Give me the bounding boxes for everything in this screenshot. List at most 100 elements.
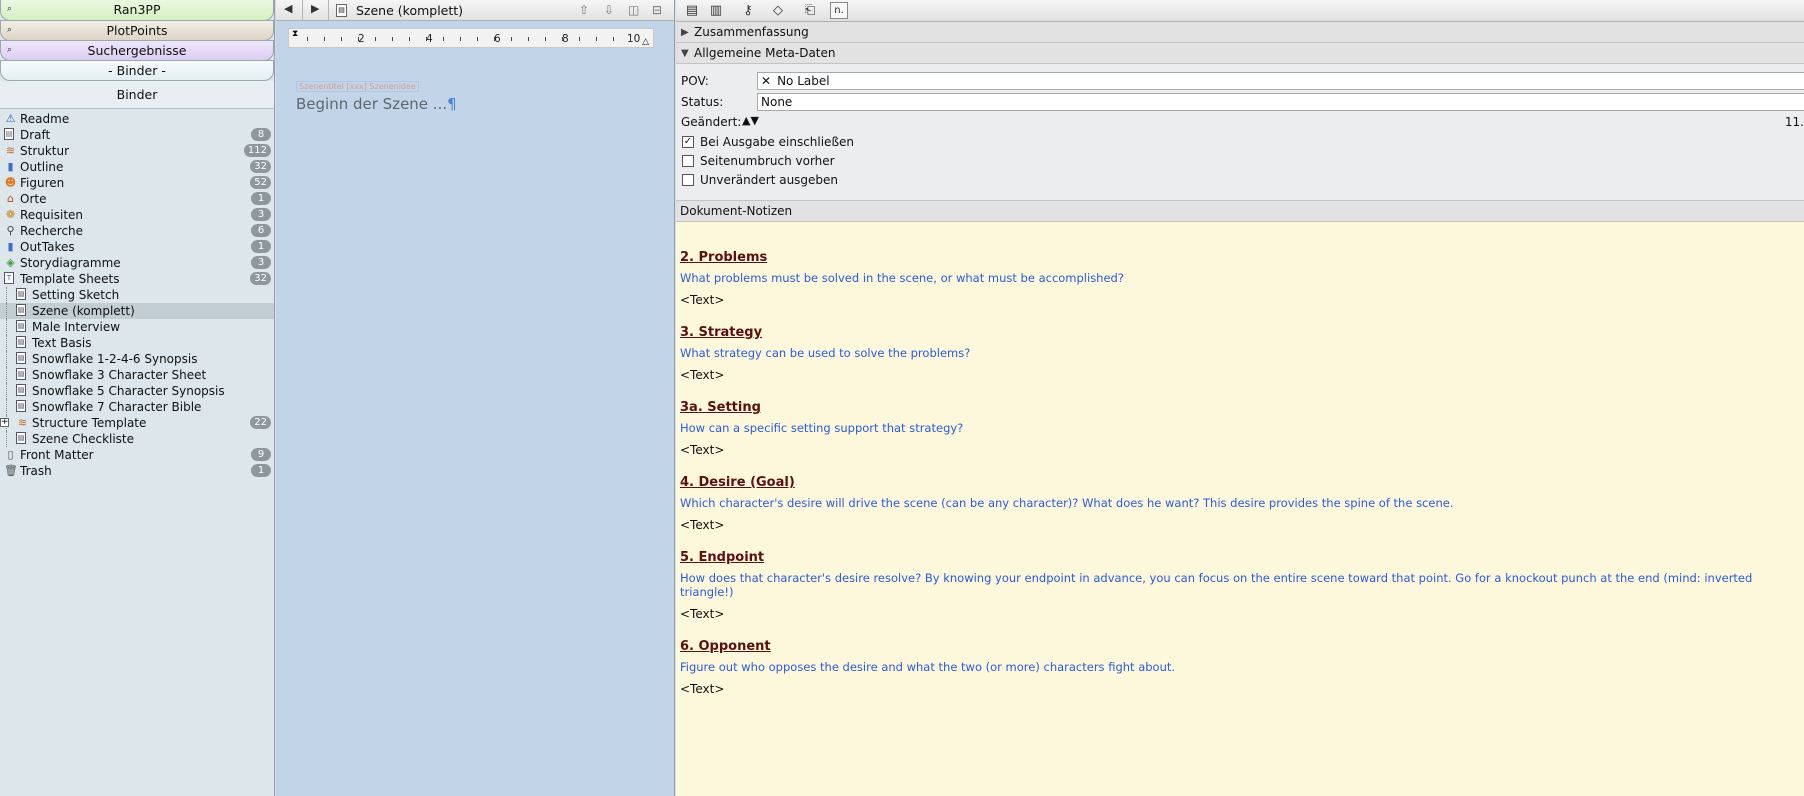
tags-icon[interactable]: ◇: [768, 1, 788, 20]
first-line-indent-icon[interactable]: ⧗: [292, 29, 298, 39]
binder-pane: ⌕ Ran3PP ⌕ PlotPoints ⌕ Suchergebnisse -…: [0, 0, 275, 796]
collection-tab-label: Ran3PP: [113, 2, 161, 17]
binder-item-label: Szene (komplett): [32, 304, 135, 318]
ruler-tick: [477, 37, 478, 41]
tree-guide-line: [6, 319, 7, 335]
collection-tab-binder[interactable]: - Binder -: [0, 60, 274, 81]
outline-icon: ▮: [7, 160, 14, 173]
pov-value: No Label: [777, 74, 830, 88]
tree-guide-line: [6, 383, 7, 399]
binder-item-front-matter[interactable]: ▯ Front Matter 9: [0, 447, 274, 463]
comments-icon[interactable]: n.: [830, 2, 848, 19]
editor-text-area[interactable]: Szenentitel [xxx] Szenenidee Beginn der …: [296, 78, 457, 113]
ruler[interactable]: ⧗ △ 2 4 6 8 10: [288, 28, 654, 48]
note-question: Which character's desire will drive the …: [680, 496, 1454, 510]
collection-tab-plotpoints[interactable]: ⌕ PlotPoints: [0, 20, 274, 41]
note-text-placeholder: <Text>: [680, 607, 725, 621]
binder-item-label: Orte: [20, 192, 47, 206]
item-count-badge: 32: [250, 272, 271, 285]
status-select[interactable]: None: [757, 93, 1804, 111]
section-label: Allgemeine Meta-Daten: [694, 46, 836, 60]
keywords-icon[interactable]: ⚷: [738, 1, 758, 20]
page-break-before-label: Seitenumbruch vorher: [700, 154, 835, 168]
binder-item-outtakes[interactable]: ▮ OutTakes 1: [0, 239, 274, 255]
binder-item-structure-template[interactable]: + ≋ Structure Template 22: [0, 415, 274, 431]
close-icon: ✕: [761, 74, 772, 88]
binder-item-label: Readme: [20, 112, 70, 126]
snapshots-icon[interactable]: ⎗: [800, 1, 820, 20]
binder-item-orte[interactable]: ⌂ Orte 1: [0, 191, 274, 207]
right-indent-icon[interactable]: △: [642, 37, 649, 47]
item-count-badge: 3: [251, 256, 271, 269]
scene-title-placeholder[interactable]: Szenentitel [xxx] Szenenidee: [296, 81, 419, 92]
page-break-before-checkbox[interactable]: [682, 155, 694, 167]
binder-item-storydiagramme[interactable]: ◈ Storydiagramme 3: [0, 255, 274, 271]
note-question: Figure out who opposes the desire and wh…: [680, 660, 1176, 674]
binder-item-snowflake-5-character-synopsis[interactable]: ▤ Snowflake 5 Character Synopsis: [0, 383, 274, 399]
binder-item-szene-komplett[interactable]: ▤ Szene (komplett): [0, 303, 274, 319]
ruler-tick: [545, 37, 546, 41]
places-icon: ⌂: [7, 192, 14, 205]
binder-item-label: Front Matter: [20, 448, 94, 462]
notes-icon[interactable]: ▤: [682, 1, 702, 20]
metadata-section-header[interactable]: ▼ Allgemeine Meta-Daten: [676, 43, 1804, 64]
status-label: Status:: [681, 95, 724, 109]
binder-item-snowflake-3-character-sheet[interactable]: ▤ Snowflake 3 Character Sheet: [0, 367, 274, 383]
structure-icon: ≋: [5, 144, 16, 157]
back-arrow-icon[interactable]: ◀: [284, 2, 292, 15]
ruler-tick: [528, 37, 529, 41]
split-vertical-icon[interactable]: ◫: [628, 3, 639, 17]
include-in-compile-label: Bei Ausgabe einschließen: [700, 135, 854, 149]
binder-item-male-interview[interactable]: ▤ Male Interview: [0, 319, 274, 335]
binder-item-struktur[interactable]: ≋ Struktur 112: [0, 143, 274, 159]
binder-item-label: Snowflake 5 Character Synopsis: [32, 384, 225, 398]
binder-item-text-basis[interactable]: ▤ Text Basis: [0, 335, 274, 351]
ruler-tick: [630, 37, 631, 41]
binder-item-label: Male Interview: [32, 320, 121, 334]
document-notes-area[interactable]: 2. Problems What problems must be solved …: [676, 222, 1804, 696]
binder-item-szene-checkliste[interactable]: ▤ Szene Checkliste: [0, 431, 274, 447]
binder-item-template-sheets[interactable]: T Template Sheets 32: [0, 271, 274, 287]
collection-tab-ran3pp[interactable]: ⌕ Ran3PP: [0, 0, 274, 21]
item-count-badge: 52: [250, 176, 271, 189]
include-in-compile-checkbox[interactable]: ✓: [682, 136, 694, 148]
binder-item-trash[interactable]: 🗑 Trash 1: [0, 463, 274, 479]
expand-icon[interactable]: +: [0, 418, 9, 427]
compile-as-is-checkbox[interactable]: [682, 174, 694, 186]
note-question: How does that character's desire resolve…: [680, 571, 1753, 599]
ruler-tick: [460, 37, 461, 41]
template-doc-icon: ▤: [16, 432, 26, 444]
editor-body-text[interactable]: Beginn der Szene ...¶: [296, 95, 457, 113]
tree-guide-line: [6, 367, 7, 383]
sort-arrows-icon[interactable]: ▲▼: [742, 114, 759, 127]
collection-tab-suchergebnisse[interactable]: ⌕ Suchergebnisse: [0, 40, 274, 61]
summary-section-header[interactable]: ▶ Zusammenfassung: [676, 22, 1804, 43]
binder-item-outline[interactable]: ▮ Outline 32: [0, 159, 274, 175]
binder-item-label: Recherche: [20, 224, 84, 238]
binder-item-draft[interactable]: ▤ Draft 8: [0, 127, 274, 143]
forward-arrow-icon[interactable]: ▶: [311, 2, 319, 15]
bookmarks-icon[interactable]: ▥: [706, 1, 726, 20]
binder-item-snowflake-7-character-bible[interactable]: ▤ Snowflake 7 Character Bible: [0, 399, 274, 415]
ruler-tick: [511, 37, 512, 41]
binder-item-label: Setting Sketch: [32, 288, 120, 302]
binder-header: Binder: [0, 81, 274, 109]
ruler-tick: [443, 37, 444, 41]
binder-item-requisiten[interactable]: ❁ Requisiten 3: [0, 207, 274, 223]
note-block: 2. Problems What problems must be solved …: [680, 250, 1800, 307]
binder-item-label: Structure Template: [32, 416, 147, 430]
binder-item-snowflake-1-2-4-6-synopsis[interactable]: ▤ Snowflake 1-2-4-6 Synopsis: [0, 351, 274, 367]
section-label: Zusammenfassung: [694, 25, 809, 39]
up-arrow-icon[interactable]: ⇧: [579, 3, 589, 17]
split-horizontal-icon[interactable]: ⊟: [652, 3, 662, 17]
pov-select[interactable]: ✕ No Label: [757, 72, 1804, 90]
item-count-badge: 22: [250, 416, 271, 429]
ruler-tick: [324, 37, 325, 41]
down-arrow-icon[interactable]: ⇩: [604, 3, 614, 17]
binder-item-figuren[interactable]: ☻ Figuren 52: [0, 175, 274, 191]
binder-item-readme[interactable]: ⚠ Readme: [0, 111, 274, 127]
note-heading: 4. Desire (Goal): [680, 475, 795, 490]
binder-item-setting-sketch[interactable]: ▤ Setting Sketch: [0, 287, 274, 303]
binder-item-recherche[interactable]: ⚲ Recherche 6: [0, 223, 274, 239]
editor-document-title[interactable]: Szene (komplett): [356, 3, 463, 18]
